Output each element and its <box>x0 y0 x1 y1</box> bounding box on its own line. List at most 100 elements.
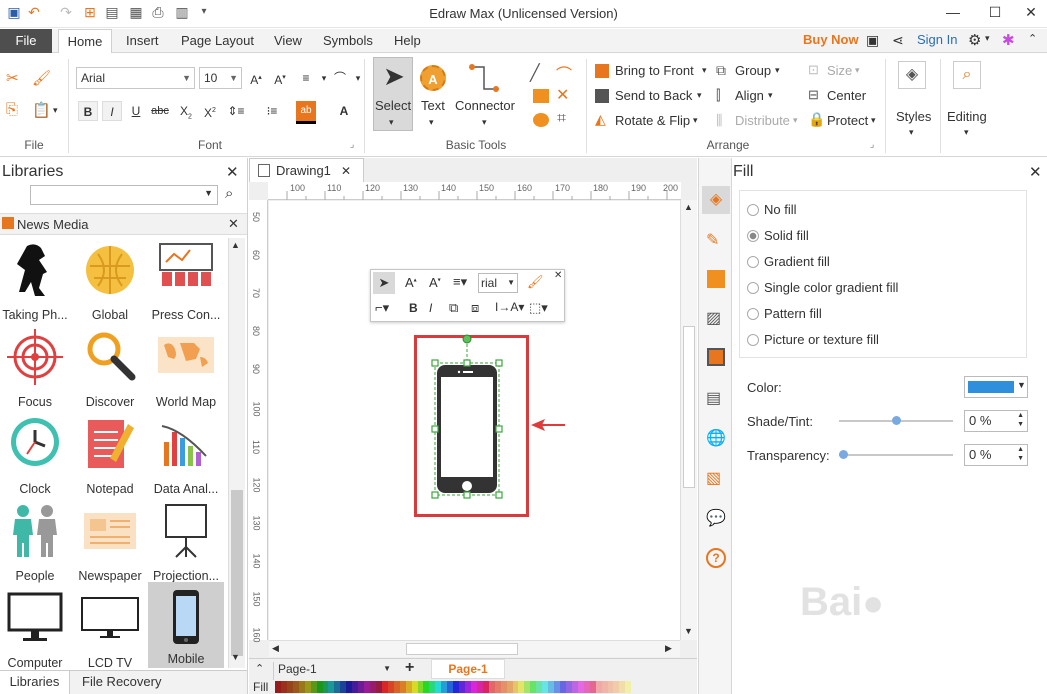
search-icon[interactable]: ⌕ <box>225 185 233 202</box>
horizontal-scroll-thumb[interactable] <box>406 643 518 655</box>
close-libraries-icon[interactable]: ✕ <box>226 163 239 181</box>
text-arc-icon[interactable]: ⌒ <box>330 68 350 88</box>
paste-icon[interactable]: 📋 <box>32 101 51 119</box>
font-dialog-launcher-icon[interactable]: ⌟ <box>350 139 354 150</box>
crop-tool-icon[interactable]: ⌗ <box>557 110 566 128</box>
styles-dropdown-icon[interactable]: ▾ <box>909 127 914 138</box>
library-item-clock[interactable]: Clock <box>0 412 73 498</box>
sign-in-link[interactable]: Sign In <box>917 32 957 47</box>
text-tool-icon[interactable]: A <box>420 65 446 91</box>
float-bring-front-icon[interactable]: ⧉ <box>449 300 458 316</box>
library-search-input[interactable]: ▼ <box>30 185 218 205</box>
comment-panel-icon[interactable]: 💬 <box>706 508 726 528</box>
rotate-flip-button[interactable]: Rotate & Flip <box>615 113 690 128</box>
close-document-icon[interactable]: ✕ <box>341 159 351 183</box>
float-align-icon[interactable]: ≡▾ <box>453 274 467 290</box>
open-icon[interactable]: ▤ <box>104 4 120 20</box>
page-tab[interactable]: Page-1 <box>431 659 505 679</box>
collapse-ribbon-icon[interactable]: ▣ <box>866 32 879 49</box>
horizontal-scrollbar[interactable]: ◀ ▶ <box>269 640 680 657</box>
tab-symbols[interactable]: Symbols <box>323 29 373 53</box>
tab-insert[interactable]: Insert <box>126 29 159 53</box>
ellipse-tool-icon[interactable] <box>533 113 549 127</box>
shadow-panel-icon[interactable] <box>707 270 725 288</box>
float-increase-font-icon[interactable]: A▴ <box>405 275 417 290</box>
scroll-down-icon[interactable]: ▼ <box>684 626 693 636</box>
bring-to-front-button[interactable]: Bring to Front <box>615 63 694 78</box>
font-color-icon[interactable]: A <box>334 101 354 121</box>
close-category-icon[interactable]: ✕ <box>228 216 239 232</box>
styles-button[interactable]: Styles <box>896 109 931 124</box>
float-select-icon[interactable]: ➤ <box>373 272 395 294</box>
float-styles-icon[interactable]: ⬚▾ <box>529 300 548 316</box>
editing-button[interactable]: Editing <box>947 109 987 124</box>
tab-page-layout[interactable]: Page Layout <box>181 29 254 53</box>
print-icon[interactable]: ⎙ <box>150 4 166 20</box>
protect-dropdown-icon[interactable]: ▾ <box>871 115 876 126</box>
file-menu[interactable]: File <box>0 29 52 53</box>
send-to-back-button[interactable]: Send to Back <box>615 88 692 103</box>
text-arc-dropdown-icon[interactable]: ▾ <box>348 68 368 88</box>
save-icon[interactable]: ▦ <box>128 4 144 20</box>
underline-icon[interactable]: U <box>126 101 146 121</box>
text-tool-label[interactable]: Text <box>421 98 445 113</box>
strikethrough-icon[interactable]: abc <box>150 101 170 121</box>
editing-dropdown-icon[interactable]: ▾ <box>964 127 969 138</box>
radio-button[interactable] <box>747 282 759 294</box>
fill-panel-icon[interactable]: ◈ <box>702 186 730 214</box>
transparency-slider-thumb[interactable] <box>839 450 848 459</box>
align-dropdown-icon[interactable]: ▾ <box>768 90 773 101</box>
protect-button[interactable]: Protect <box>827 113 868 128</box>
library-item-global[interactable]: Global <box>72 238 148 324</box>
share-icon[interactable]: ⋖ <box>892 32 904 49</box>
select-dropdown-icon[interactable]: ▾ <box>389 117 394 128</box>
float-format-painter-icon[interactable]: 🖌 <box>527 274 544 290</box>
float-distribute-icon[interactable]: I→A▾ <box>495 300 524 314</box>
ribbon-toggle-icon[interactable]: ⌃ <box>1028 32 1037 45</box>
superscript-icon[interactable]: X2 <box>200 101 220 121</box>
library-item-world-map[interactable]: World Map <box>148 325 224 411</box>
float-bold-icon[interactable]: B <box>409 301 418 315</box>
customize-quick-access-icon[interactable]: ▾ <box>196 4 212 20</box>
scroll-up-icon[interactable]: ▲ <box>231 240 240 250</box>
drawing-page[interactable] <box>269 201 680 641</box>
bullets-icon[interactable]: ⁝≡ <box>262 101 282 121</box>
palette-swatch[interactable] <box>625 681 632 693</box>
minimize-icon[interactable]: — <box>945 4 961 20</box>
library-item-press-conference[interactable]: Press Con... <box>148 238 224 324</box>
copy-icon[interactable]: ⎘ <box>6 101 18 118</box>
category-header[interactable]: News Media ✕ <box>0 213 247 235</box>
vertical-scroll-thumb[interactable] <box>683 326 695 488</box>
library-item-taking-photos[interactable]: Taking Ph... <box>0 238 73 324</box>
rotate-handle[interactable] <box>462 334 472 344</box>
align-text-icon[interactable]: ≡ <box>296 68 316 88</box>
library-scrollbar[interactable]: ▲ ▼ <box>228 238 245 668</box>
close-fill-panel-icon[interactable]: ✕ <box>1029 163 1042 181</box>
app-center-icon[interactable]: ✱ <box>1002 31 1015 49</box>
vertical-scrollbar[interactable]: ▲ ▼ <box>680 200 697 640</box>
color-palette[interactable] <box>275 681 632 693</box>
library-scroll-thumb[interactable] <box>231 490 243 656</box>
color-picker[interactable]: ▼ <box>964 376 1028 398</box>
tab-home[interactable]: Home <box>58 29 112 54</box>
tab-help[interactable]: Help <box>394 29 421 53</box>
cut-icon[interactable]: ✂ <box>6 69 19 87</box>
new-document-icon[interactable]: ⊞ <box>82 4 98 20</box>
line-tool-icon[interactable]: ╱ <box>530 63 540 83</box>
increase-font-icon[interactable]: A▴ <box>246 68 266 88</box>
shade-tint-input[interactable]: 0 % ▲ ▼ <box>964 410 1028 432</box>
arc-tool-icon[interactable]: ⌒ <box>556 61 572 85</box>
scroll-up-icon[interactable]: ▲ <box>684 202 693 212</box>
bold-icon[interactable]: B <box>78 101 98 121</box>
library-item-mobile[interactable]: Mobile <box>148 582 224 668</box>
library-item-people[interactable]: People <box>0 499 73 585</box>
attachment-panel-icon[interactable]: ▧ <box>706 468 721 488</box>
help-panel-icon[interactable]: ? <box>706 548 726 568</box>
group-button[interactable]: Group <box>735 63 771 78</box>
rotate-flip-dropdown-icon[interactable]: ▾ <box>693 115 698 126</box>
document-tab-drawing1[interactable]: Drawing1 ✕ <box>249 158 364 182</box>
float-connector-icon[interactable]: ⌐▾ <box>375 300 389 316</box>
size-dropdown-icon[interactable]: ▾ <box>855 65 860 76</box>
line-spacing-icon[interactable]: ⇕≡ <box>226 101 246 121</box>
library-item-computer[interactable]: Computer <box>0 586 73 672</box>
